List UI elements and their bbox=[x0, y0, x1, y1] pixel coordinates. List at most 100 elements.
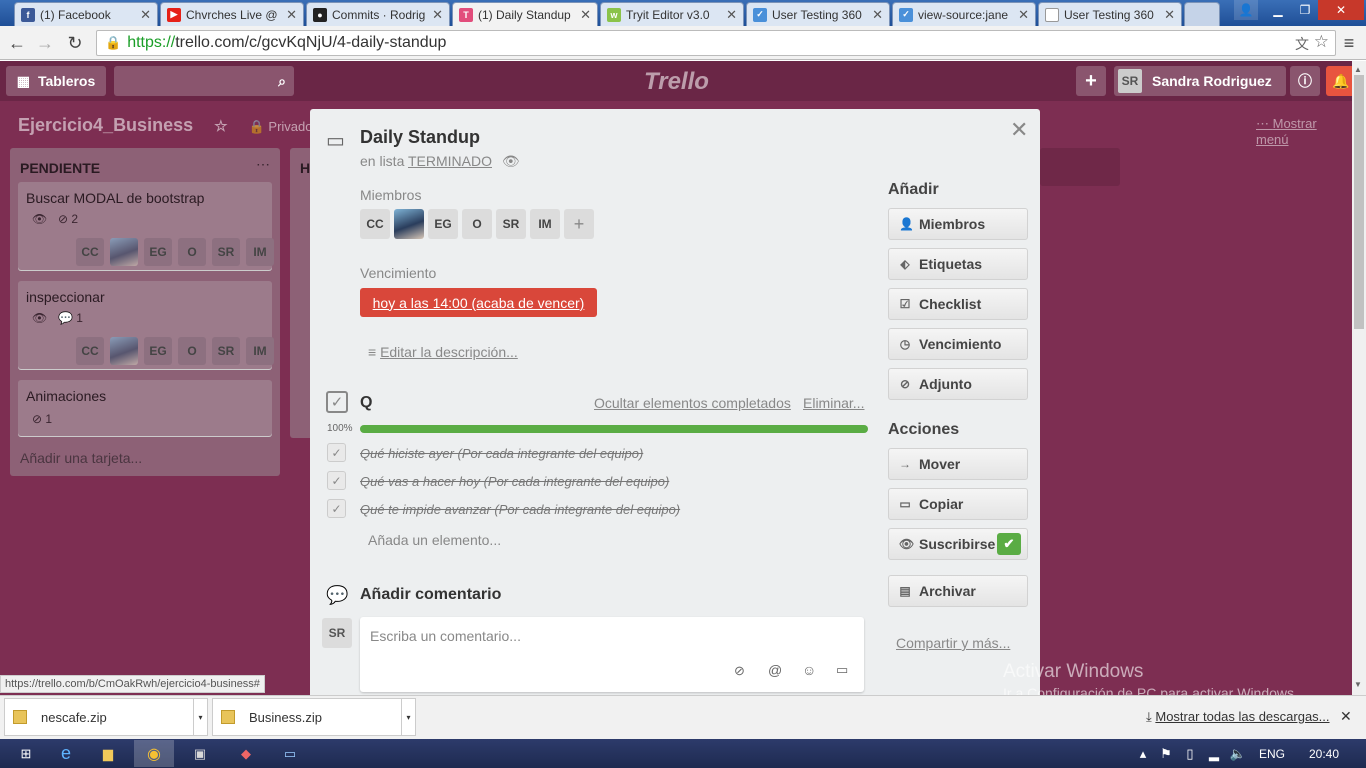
add-checklist-item[interactable]: Añada un elemento... bbox=[368, 532, 501, 548]
windows-start-icon[interactable]: ⊞ bbox=[6, 740, 46, 767]
browser-tab-youtube[interactable]: ▶ Chvrches Live @ ✕ bbox=[160, 2, 304, 26]
labels-button[interactable]: ⬖ Etiquetas bbox=[888, 248, 1028, 280]
git-icon[interactable]: ◆ bbox=[226, 740, 266, 767]
close-tab-icon[interactable]: ✕ bbox=[286, 7, 297, 23]
attachment-button[interactable]: ⊘ Adjunto bbox=[888, 368, 1028, 400]
share-link[interactable]: Compartir y más... bbox=[896, 635, 1010, 651]
file-explorer-icon[interactable]: ▆ bbox=[88, 740, 128, 767]
page-scrollbar[interactable]: ▲ ▼ bbox=[1352, 61, 1366, 695]
checklist-item[interactable]: Qué hiciste ayer (Por cada integrante de… bbox=[360, 446, 643, 461]
add-member-icon[interactable]: + bbox=[564, 209, 594, 239]
checkbox[interactable]: ✓ bbox=[327, 443, 346, 462]
close-tab-icon[interactable]: ✕ bbox=[580, 7, 591, 23]
card-item[interactable]: Animaciones ⊘ 1 bbox=[18, 380, 272, 436]
header-search-input[interactable]: ⌕ bbox=[114, 66, 294, 96]
signal-icon[interactable]: ▂ bbox=[1202, 740, 1226, 767]
member-avatar[interactable]: CC bbox=[360, 209, 390, 239]
close-tab-icon[interactable]: ✕ bbox=[1164, 7, 1175, 23]
info-icon[interactable]: ⓘ bbox=[1290, 66, 1320, 96]
emoji-icon[interactable]: ☺ bbox=[802, 662, 816, 678]
battery-icon[interactable]: ▯ bbox=[1178, 740, 1202, 767]
user-menu-button[interactable]: SR Sandra Rodriguez bbox=[1114, 66, 1286, 96]
list-menu-icon[interactable]: ⋯ bbox=[256, 156, 270, 173]
browser-tab-tryit[interactable]: w Tryit Editor v3.0 ✕ bbox=[600, 2, 744, 26]
member-avatar[interactable]: SR bbox=[496, 209, 526, 239]
trello-logo[interactable]: Trello bbox=[644, 68, 709, 96]
notification-icon[interactable]: 🔔 bbox=[1326, 66, 1352, 96]
chrome-icon[interactable]: ◉ bbox=[134, 740, 174, 767]
chevron-down-icon[interactable]: ▾ bbox=[401, 699, 415, 735]
boards-button[interactable]: ▦ Tableros bbox=[6, 66, 106, 96]
copy-button[interactable]: ▭ Copiar bbox=[888, 488, 1028, 520]
scroll-down-icon[interactable]: ▼ bbox=[1354, 680, 1362, 689]
checkbox[interactable]: ✓ bbox=[327, 499, 346, 518]
hide-completed-link[interactable]: Ocultar elementos completados bbox=[594, 395, 791, 411]
close-tab-icon[interactable]: ✕ bbox=[872, 7, 883, 23]
chevron-down-icon[interactable]: ▾ bbox=[193, 699, 207, 735]
checklist-button[interactable]: ☑ Checklist bbox=[888, 288, 1028, 320]
description-row[interactable]: ≡ Editar la descripción... bbox=[368, 344, 518, 360]
checklist-item[interactable]: Qué te impide avanzar (Por cada integran… bbox=[360, 502, 680, 517]
due-date-button[interactable]: ◷ Vencimiento bbox=[888, 328, 1028, 360]
checklist-title[interactable]: Q bbox=[360, 394, 372, 412]
clock[interactable]: 20:40 bbox=[1300, 740, 1348, 767]
add-card-link[interactable]: Añadir una tarjeta... bbox=[20, 450, 142, 466]
show-all-downloads-link[interactable]: ⤓ Mostrar todas las descargas... bbox=[1146, 709, 1330, 725]
close-tab-icon[interactable]: ✕ bbox=[1018, 7, 1029, 23]
app-icon[interactable]: ▣ bbox=[180, 740, 220, 767]
flag-icon[interactable]: ⚑ bbox=[1154, 740, 1178, 767]
browser-tab-user-testing-2[interactable]: User Testing 360 ✕ bbox=[1038, 2, 1182, 26]
internet-explorer-icon[interactable]: e bbox=[46, 740, 86, 767]
download-item[interactable]: nescafe.zip ▾ bbox=[4, 698, 208, 736]
member-avatar[interactable]: IM bbox=[530, 209, 560, 239]
member-avatar[interactable] bbox=[394, 209, 424, 239]
close-tab-icon[interactable]: ✕ bbox=[726, 7, 737, 23]
card-item[interactable]: Buscar MODAL de bootstrap 👁 ⊘ 2 CC EG O … bbox=[18, 182, 274, 270]
delete-checklist-link[interactable]: Eliminar... bbox=[803, 395, 864, 411]
volume-icon[interactable]: 🔈 bbox=[1226, 740, 1250, 767]
card-link-icon[interactable]: ▭ bbox=[836, 662, 848, 678]
new-tab-button[interactable] bbox=[1184, 2, 1220, 26]
attach-icon[interactable]: ⊘ bbox=[734, 663, 745, 679]
restore-icon[interactable]: ❐ bbox=[1292, 0, 1318, 20]
close-downloads-icon[interactable]: ✕ bbox=[1340, 708, 1352, 725]
browser-tab-user-testing[interactable]: ✓ User Testing 360 ✕ bbox=[746, 2, 890, 26]
translate-icon[interactable]: 文 bbox=[1295, 34, 1309, 54]
back-icon[interactable]: ← bbox=[6, 32, 28, 54]
add-list-placeholder[interactable] bbox=[1040, 148, 1120, 186]
archive-button[interactable]: ▤ Archivar bbox=[888, 575, 1028, 607]
user-icon[interactable]: 👤 bbox=[1234, 0, 1258, 20]
board-title[interactable]: Ejercicio4_Business bbox=[18, 115, 193, 135]
due-date-badge[interactable]: hoy a las 14:00 (acaba de vencer) bbox=[360, 288, 597, 317]
minimize-icon[interactable]: ▁ bbox=[1264, 0, 1292, 20]
checkbox[interactable]: ✓ bbox=[327, 471, 346, 490]
close-window-icon[interactable]: ✕ bbox=[1318, 0, 1364, 20]
mention-icon[interactable]: @ bbox=[768, 662, 782, 678]
move-button[interactable]: → Mover bbox=[888, 448, 1028, 480]
scrollbar-thumb[interactable] bbox=[1354, 75, 1364, 329]
subscribe-button[interactable]: 👁 Suscribirse ✔ bbox=[888, 528, 1028, 560]
add-button[interactable]: + bbox=[1076, 66, 1106, 96]
card-item[interactable]: inspeccionar 👁 💬 1 CC EG O SR IM bbox=[18, 281, 274, 369]
star-board-icon[interactable]: ☆ bbox=[214, 118, 227, 135]
download-item[interactable]: Business.zip ▾ bbox=[212, 698, 416, 736]
list-link[interactable]: TERMINADO bbox=[408, 153, 492, 169]
menu-icon[interactable]: ≡ bbox=[1338, 32, 1360, 54]
privacy-icon[interactable]: 🔒 Privado bbox=[249, 119, 313, 134]
browser-tab-view-source[interactable]: ✓ view-source:jane ✕ bbox=[892, 2, 1036, 26]
member-avatar[interactable]: O bbox=[462, 209, 492, 239]
close-tab-icon[interactable]: ✕ bbox=[432, 7, 443, 23]
scroll-up-icon[interactable]: ▲ bbox=[1354, 65, 1362, 74]
close-icon[interactable]: ✕ bbox=[1010, 117, 1028, 143]
forward-icon[interactable]: → bbox=[34, 32, 56, 54]
language-indicator[interactable]: ENG bbox=[1252, 740, 1292, 767]
member-avatar[interactable]: EG bbox=[428, 209, 458, 239]
card-title[interactable]: Daily Standup bbox=[360, 127, 480, 148]
close-tab-icon[interactable]: ✕ bbox=[140, 7, 151, 23]
window-icon[interactable]: ▭ bbox=[270, 740, 310, 767]
list-title[interactable]: PENDIENTE bbox=[20, 160, 100, 176]
browser-tab-facebook[interactable]: f (1) Facebook ✕ bbox=[14, 2, 158, 26]
comment-input[interactable]: Escriba un comentario... ⊘ @ ☺ ▭ bbox=[360, 617, 864, 692]
reload-icon[interactable]: ↻ bbox=[64, 32, 86, 54]
browser-tab-github[interactable]: ● Commits · Rodrig ✕ bbox=[306, 2, 450, 26]
